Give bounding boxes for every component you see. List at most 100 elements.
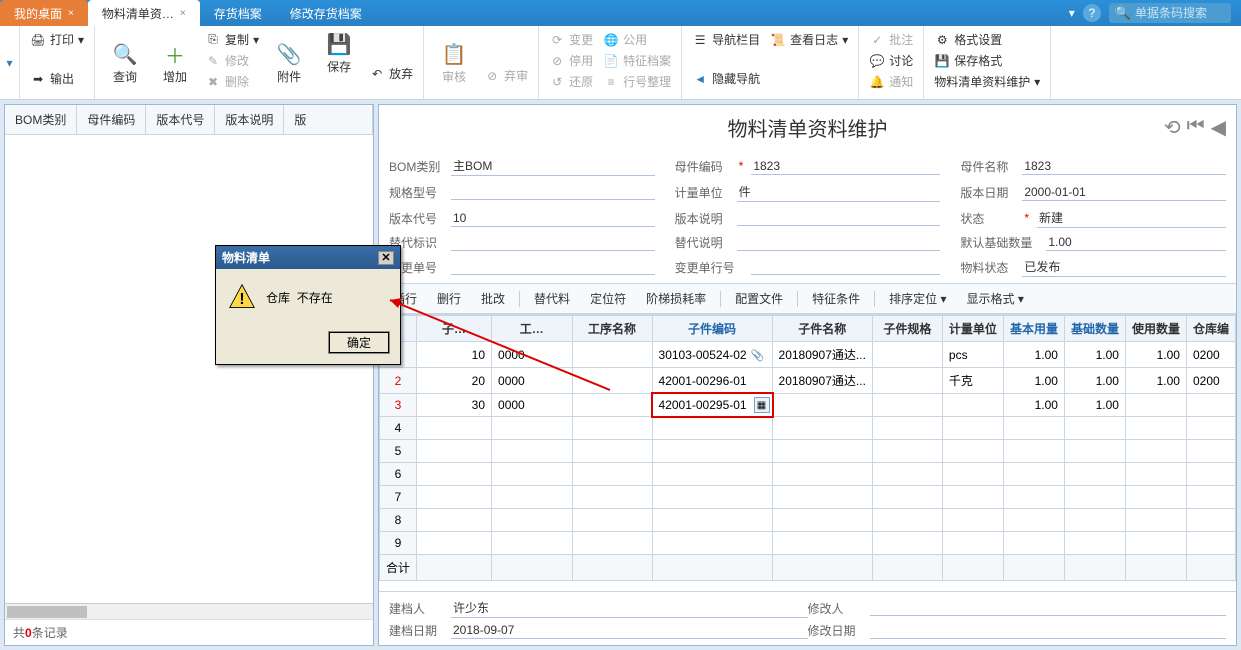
cell-base[interactable]: 1.00	[1003, 342, 1064, 368]
tab-desktop[interactable]: 我的桌面×	[0, 0, 88, 26]
delete-row-button[interactable]: 删行	[431, 288, 467, 309]
field-change-no[interactable]	[451, 259, 655, 275]
table-row[interactable]: 8	[380, 509, 1236, 532]
config-button[interactable]: 配置文件	[729, 288, 789, 309]
field-base-qty[interactable]: 1.00	[1046, 234, 1226, 251]
format-button[interactable]: ⚙格式设置	[932, 30, 1042, 49]
cell-process[interactable]	[572, 368, 652, 394]
cell-spec[interactable]	[872, 342, 942, 368]
field-alt-flag[interactable]	[451, 235, 655, 251]
table-row[interactable]: 9	[380, 532, 1236, 555]
cell-bqty[interactable]: 1.00	[1064, 368, 1125, 394]
hide-nav-button[interactable]: ◄隐藏导航	[690, 69, 762, 88]
help-icon[interactable]: ?	[1083, 4, 1101, 22]
save-button[interactable]: 💾保存	[317, 30, 361, 75]
cell-process[interactable]	[572, 342, 652, 368]
attach-button[interactable]: 📎附件	[267, 30, 311, 95]
cell-spec[interactable]	[872, 394, 942, 417]
cell-code[interactable]: 42001-00296-01	[652, 368, 772, 394]
display-button[interactable]: 显示格式 ▾	[961, 288, 1030, 309]
cell-base[interactable]: 1.00	[1003, 394, 1064, 417]
feature-file-button[interactable]: 📄特征档案	[601, 51, 673, 70]
unaudit-button[interactable]: ⊘弃审	[482, 66, 530, 85]
discuss-button[interactable]: 💬讨论	[867, 51, 915, 70]
audit-button[interactable]: 📋审核	[432, 30, 476, 95]
cell-gong[interactable]: 0000	[492, 368, 572, 394]
field-ver-code[interactable]: 10	[451, 210, 655, 227]
log-button[interactable]: 📜查看日志▾	[768, 30, 850, 49]
cell-name[interactable]	[772, 394, 872, 417]
close-icon[interactable]: ✕	[378, 251, 394, 265]
sort-button[interactable]: 排序定位 ▾	[883, 288, 952, 309]
left-col-ver-desc[interactable]: 版本说明	[215, 105, 284, 134]
delete-button[interactable]: ✖删除	[203, 72, 261, 91]
public-button[interactable]: 🌐公用	[601, 30, 673, 49]
cell-name[interactable]: 20180907通达...	[772, 368, 872, 394]
cell-gong[interactable]: 0000	[492, 342, 572, 368]
cell-unit[interactable]: pcs	[942, 342, 1003, 368]
field-ver-desc[interactable]	[737, 210, 941, 226]
search-box[interactable]: 🔍	[1109, 3, 1231, 23]
cell-bqty[interactable]: 1.00	[1064, 394, 1125, 417]
table-row[interactable]: 3 30 0000 42001-00295-01▦ 1.00 1.00	[380, 394, 1236, 417]
cell-unit[interactable]: 千克	[942, 368, 1003, 394]
cell-spec[interactable]	[872, 368, 942, 394]
field-spec[interactable]	[451, 184, 655, 200]
col-bqty[interactable]: 基础数量	[1064, 316, 1125, 342]
cell-use[interactable]: 1.00	[1125, 368, 1186, 394]
cell-bqty[interactable]: 1.00	[1064, 342, 1125, 368]
col-spec[interactable]: 子件规格	[872, 316, 942, 342]
cell-process[interactable]	[572, 394, 652, 417]
left-col-ver[interactable]: 版	[284, 105, 373, 134]
scrollbar-thumb[interactable]	[7, 606, 87, 618]
alt-button[interactable]: 替代料	[528, 288, 576, 309]
field-change-line[interactable]	[751, 259, 941, 275]
step-button[interactable]: 阶梯损耗率	[640, 288, 712, 309]
col-sub[interactable]: 子…	[417, 316, 492, 342]
cell-wh[interactable]: 0200	[1186, 342, 1235, 368]
table-row[interactable]: 5	[380, 440, 1236, 463]
left-col-ver-code[interactable]: 版本代号	[146, 105, 215, 134]
cell-use[interactable]	[1125, 394, 1186, 417]
field-mat-status[interactable]: 已发布	[1022, 257, 1226, 277]
table-row[interactable]: 4	[380, 417, 1236, 440]
col-use[interactable]: 使用数量	[1125, 316, 1186, 342]
row-organize-button[interactable]: ≡行号整理	[601, 72, 673, 91]
close-icon[interactable]: ×	[180, 8, 186, 19]
cell-unit[interactable]	[942, 394, 1003, 417]
lookup-icon[interactable]: ▦	[754, 397, 770, 413]
disable-button[interactable]: ⊘停用	[547, 51, 595, 70]
col-base[interactable]: 基本用量	[1003, 316, 1064, 342]
nav-button[interactable]: ☰导航栏目	[690, 30, 762, 49]
search-input[interactable]	[1135, 6, 1225, 20]
close-icon[interactable]: ×	[68, 8, 74, 19]
cell-gong[interactable]: 0000	[492, 394, 572, 417]
col-unit[interactable]: 计量单位	[942, 316, 1003, 342]
maintain-button[interactable]: 物料清单资料维护▾	[932, 72, 1042, 91]
field-parent-name[interactable]: 1823	[1022, 158, 1226, 175]
cell-sub[interactable]: 20	[417, 368, 492, 394]
discard-button[interactable]: ↶放弃	[367, 64, 415, 83]
cell-wh[interactable]	[1186, 394, 1235, 417]
field-status[interactable]: 新建	[1037, 208, 1226, 228]
field-unit[interactable]: 件	[737, 182, 941, 202]
ribbon-dropdown[interactable]: ▾	[0, 26, 20, 99]
cell-sub[interactable]: 10	[417, 342, 492, 368]
col-code[interactable]: 子件编码	[652, 316, 772, 342]
feature-button[interactable]: 特征条件	[806, 288, 866, 309]
refresh-icon[interactable]: ⟲	[1164, 115, 1181, 140]
field-bom-type[interactable]: 主BOM	[451, 156, 655, 176]
col-gong[interactable]: 工…	[492, 316, 572, 342]
tab-inventory[interactable]: 存货档案	[200, 0, 276, 26]
left-scrollbar[interactable]	[5, 603, 373, 619]
tab-bom[interactable]: 物料清单资…×	[88, 0, 200, 26]
save-format-button[interactable]: 💾保存格式	[932, 51, 1042, 70]
col-process[interactable]: 工序名称	[572, 316, 652, 342]
locate-button[interactable]: 定位符	[584, 288, 632, 309]
data-grid[interactable]: 子… 工… 工序名称 子件编码 子件名称 子件规格 计量单位 基本用量 基础数量…	[379, 314, 1236, 591]
table-row[interactable]: 6	[380, 463, 1236, 486]
col-wh[interactable]: 仓库编	[1186, 316, 1235, 342]
first-icon[interactable]: ⏮	[1187, 115, 1205, 140]
notify-button[interactable]: 🔔通知	[867, 72, 915, 91]
dialog-titlebar[interactable]: 物料清单 ✕	[216, 246, 400, 269]
